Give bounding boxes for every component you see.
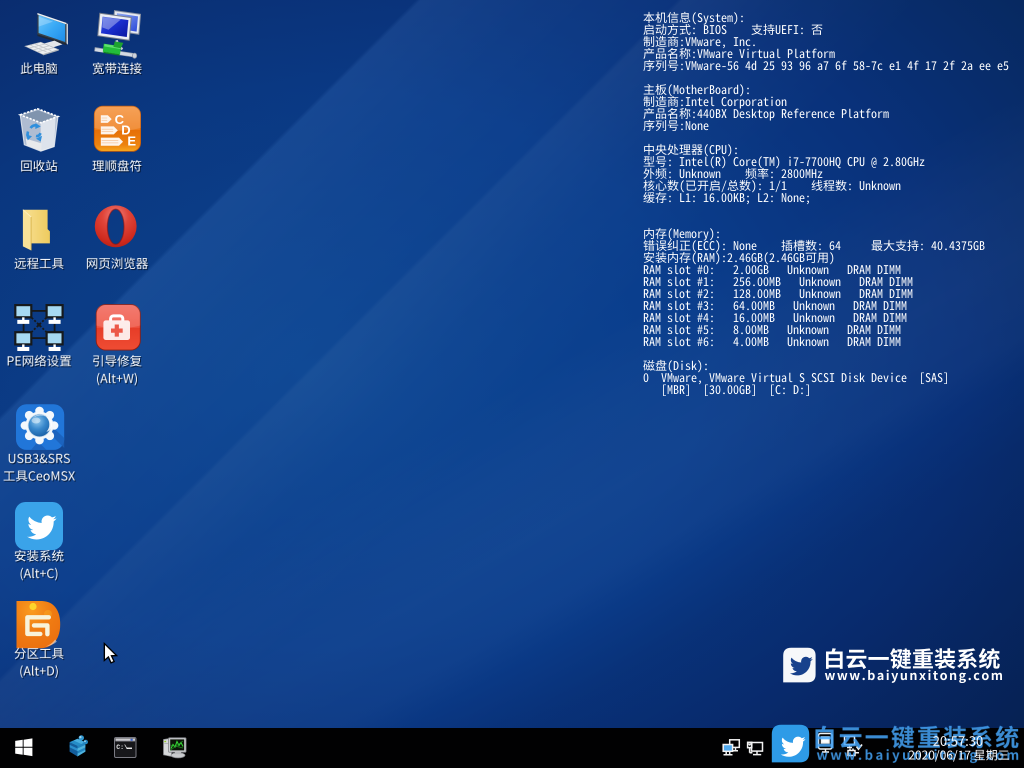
svg-text:E: E (127, 134, 136, 149)
svg-text:C:\: C:\ (116, 744, 128, 751)
